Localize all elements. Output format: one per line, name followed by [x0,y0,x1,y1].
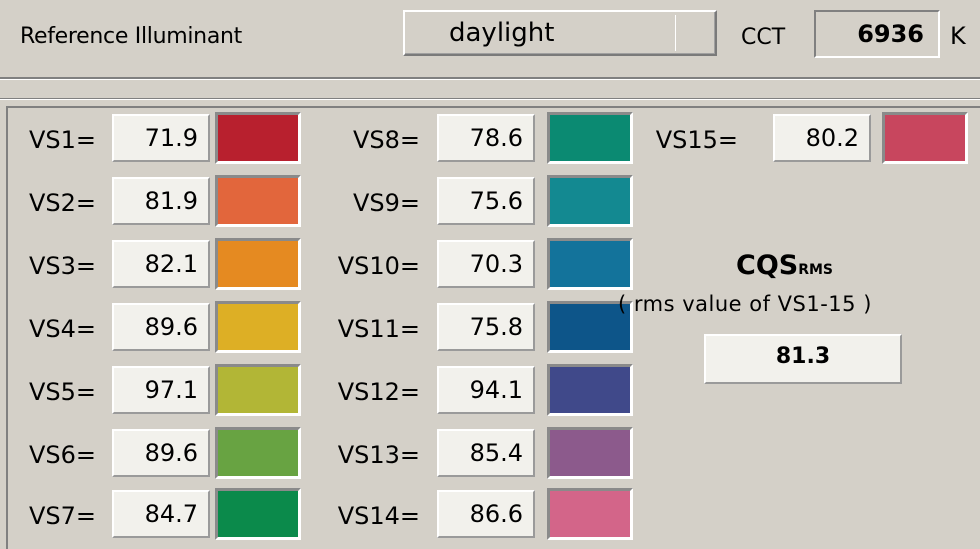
vs-value-field: 97.1 [112,366,210,414]
vs-label: VS5= [28,378,96,406]
vs-value-field: 89.6 [112,303,210,351]
vs-label: VS7= [28,502,96,530]
vs-label: VS12= [337,378,420,406]
vs-color-swatch [215,364,301,416]
vs-color-swatch [547,364,633,416]
vs-label: VS4= [28,315,96,343]
cqs-value-field: 81.3 [704,334,902,384]
top-bar: Reference Illuminant daylight CCT 6936 K [0,0,980,76]
vs-value-field: 80.2 [773,114,871,162]
vs-value-field: 75.6 [437,177,535,225]
vs-label: VS3= [28,252,96,280]
cct-value-field: 6936 [814,10,940,58]
illuminant-dropdown[interactable]: daylight [403,10,717,56]
separator-top [0,77,980,80]
vs-color-swatch [547,427,633,479]
vs-value-field: 82.1 [112,240,210,288]
vs-label: VS11= [337,315,420,343]
cqs-title-text: CQS [736,250,799,281]
vs-color-swatch [547,175,633,227]
vs-color-swatch [215,238,301,290]
vs-color-swatch [215,112,301,164]
vs-color-swatch [547,112,633,164]
cqs-title: CQSRMS [736,250,833,281]
vs-label: VS10= [337,252,420,280]
vs-label: VS6= [28,441,96,469]
vs-value-field: 71.9 [112,114,210,162]
vs-label: VS14= [337,502,420,530]
vs-color-swatch [215,427,301,479]
vs-label: VS13= [337,441,420,469]
vs-value-field: 86.6 [437,490,535,538]
vs-color-swatch [547,488,633,540]
dropdown-button[interactable] [675,15,711,51]
vs-value-field: 89.6 [112,429,210,477]
vs-label: VS8= [352,126,420,154]
vs-color-swatch [215,301,301,353]
reference-illuminant-label: Reference Illuminant [20,24,242,49]
vs-color-swatch [547,238,633,290]
vs-value-field: 84.7 [112,490,210,538]
vs-value-field: 78.6 [437,114,535,162]
vs-value-field: 94.1 [437,366,535,414]
vs-label: VS9= [352,189,420,217]
vs-value-field: 75.8 [437,303,535,351]
cqs-description: ( rms value of VS1-15 ) [618,292,872,316]
vs-value-field: 81.9 [112,177,210,225]
cct-label: CCT [741,25,786,50]
vs-color-swatch [215,175,301,227]
illuminant-value: daylight [449,18,555,48]
vs-color-swatch [215,488,301,540]
cct-unit-label: K [950,22,966,50]
vs-label: VS15= [655,126,738,154]
vs-label: VS2= [28,189,96,217]
separator-bottom [0,98,980,100]
vs-value-field: 70.3 [437,240,535,288]
vs-value-field: 85.4 [437,429,535,477]
vs-color-swatch [882,112,968,164]
cqs-subscript: RMS [798,262,834,278]
vs-label: VS1= [28,126,96,154]
